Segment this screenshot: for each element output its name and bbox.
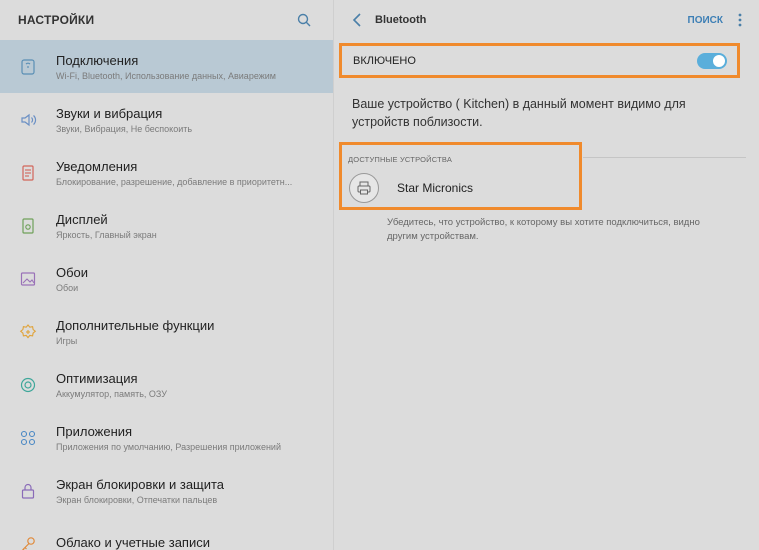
menu-item-subtitle: Приложения по умолчанию, Разрешения прил… bbox=[56, 441, 281, 452]
menu-item-lock-screen[interactable]: Экран блокировки и защита Экран блокиров… bbox=[0, 464, 333, 517]
menu-item-advanced-features[interactable]: Дополнительные функции Игры bbox=[0, 305, 333, 358]
notifications-icon bbox=[18, 163, 38, 183]
settings-menu-panel: НАСТРОЙКИ Подключения Wi-Fi, Bluetooth, … bbox=[0, 0, 334, 550]
bluetooth-switch-row[interactable]: ВКЛЮЧЕНО bbox=[339, 43, 740, 78]
settings-title: НАСТРОЙКИ bbox=[18, 13, 95, 27]
search-button[interactable]: ПОИСК bbox=[688, 15, 723, 26]
search-icon[interactable] bbox=[293, 9, 315, 31]
menu-item-wallpaper[interactable]: Обои Обои bbox=[0, 252, 333, 305]
device-name: Star Micronics bbox=[397, 181, 474, 195]
menu-item-title: Звуки и вибрация bbox=[56, 105, 163, 121]
optimization-icon bbox=[18, 375, 38, 395]
advanced-features-icon bbox=[18, 322, 38, 342]
connections-icon bbox=[18, 57, 38, 77]
menu-item-subtitle: Аккумулятор, память, ОЗУ bbox=[56, 388, 167, 399]
menu-item-subtitle: Игры bbox=[56, 335, 78, 346]
menu-item-title: Дисплей bbox=[56, 211, 108, 227]
hint-text: Убедитесь, что устройство, к которому вы… bbox=[387, 217, 700, 242]
section-label-available-devices: ДОСТУПНЫЕ УСТРОЙСТВА bbox=[348, 155, 453, 164]
menu-item-subtitle: Экран блокировки, Отпечатки пальцев bbox=[56, 494, 218, 505]
toggle-knob bbox=[712, 53, 726, 68]
menu-item-title: Оптимизация bbox=[56, 370, 138, 386]
menu-item-connections[interactable]: Подключения Wi-Fi, Bluetooth, Использова… bbox=[0, 40, 333, 93]
device-item-star-micronics[interactable]: Star Micronics bbox=[349, 173, 473, 203]
back-arrow-icon[interactable] bbox=[349, 12, 365, 28]
apps-icon bbox=[18, 428, 38, 448]
printer-icon bbox=[349, 173, 379, 203]
more-options-icon[interactable] bbox=[735, 12, 745, 28]
menu-item-display[interactable]: Дисплей Яркость, Главный экран bbox=[0, 199, 333, 252]
settings-header: НАСТРОЙКИ bbox=[0, 0, 333, 40]
menu-item-title: Подключения bbox=[56, 52, 139, 68]
menu-item-title: Дополнительные функции bbox=[56, 317, 215, 333]
visibility-text: Ваше устройство ( Kitchen) в данный моме… bbox=[352, 97, 686, 129]
menu-item-cloud-accounts[interactable]: Облако и учетные записи bbox=[0, 517, 333, 550]
cloud-key-icon bbox=[18, 534, 38, 550]
lock-icon bbox=[18, 481, 38, 501]
menu-item-title: Обои bbox=[56, 264, 89, 280]
menu-item-subtitle: Блокирование, разрешение, добавление в п… bbox=[56, 176, 293, 187]
menu-item-title: Экран блокировки и защита bbox=[56, 476, 225, 492]
menu-item-subtitle: Звуки, Вибрация, Не беспокоить bbox=[56, 123, 193, 134]
menu-item-notifications[interactable]: Уведомления Блокирование, разрешение, до… bbox=[0, 146, 333, 199]
wallpaper-icon bbox=[18, 269, 38, 289]
bluetooth-panel: Bluetooth ПОИСК ВКЛЮЧЕНО Ваше устройство… bbox=[335, 0, 759, 550]
bluetooth-toggle[interactable] bbox=[697, 52, 727, 69]
menu-item-sound[interactable]: Звуки и вибрация Звуки, Вибрация, Не бес… bbox=[0, 93, 333, 146]
menu-item-optimization[interactable]: Оптимизация Аккумулятор, память, ОЗУ bbox=[0, 358, 333, 411]
menu-item-subtitle: Яркость, Главный экран bbox=[56, 229, 157, 240]
menu-item-subtitle: Wi-Fi, Bluetooth, Использование данных, … bbox=[56, 70, 276, 81]
page-title: Bluetooth bbox=[375, 14, 427, 26]
menu-item-title: Уведомления bbox=[56, 158, 138, 174]
sound-icon bbox=[18, 110, 38, 130]
switch-label: ВКЛЮЧЕНО bbox=[353, 54, 416, 67]
display-icon bbox=[18, 216, 38, 236]
section-divider bbox=[583, 157, 746, 158]
menu-item-title: Облако и учетные записи bbox=[56, 534, 210, 550]
menu-item-title: Приложения bbox=[56, 423, 133, 439]
bluetooth-header: Bluetooth ПОИСК bbox=[335, 0, 759, 40]
menu-item-subtitle: Обои bbox=[56, 282, 79, 293]
menu-item-apps[interactable]: Приложения Приложения по умолчанию, Разр… bbox=[0, 411, 333, 464]
